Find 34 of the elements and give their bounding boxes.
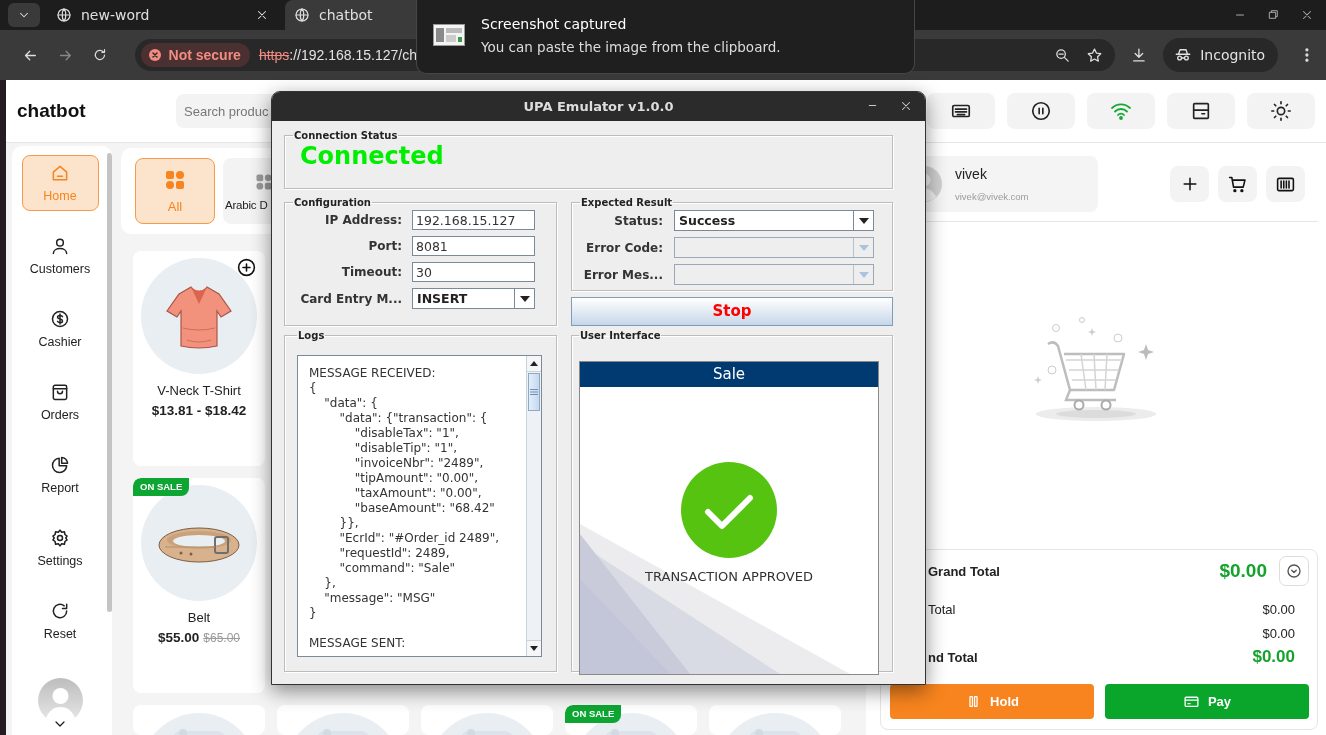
- total-value: $0.00: [1262, 625, 1295, 641]
- product-name: Belt: [187, 610, 211, 625]
- toast-message: You can paste the image from the clipboard.: [481, 38, 781, 56]
- log-text: MESSAGE RECEIVED: { "data": { "data": {"transaction": { "disableTax": "1", "disableTip": "1", "invoiceNbr": "2489", "tipAmount": "0.00", "taxAmount": "0.00", "baseAmount": "68.42" }}, "EcrId": "#Order_id 2489", "requestId": 2489, "command": "Sale" }, "message": "MSG" } MESSAGE SENT:: [308, 365, 500, 652]
- product-price: $13.81 - $18.42: [151, 403, 247, 418]
- status-message: TRANSACTION APPROVED: [645, 569, 813, 584]
- sale-badge: ON SALE: [133, 478, 190, 496]
- field-label: Card Entry M...: [299, 291, 402, 306]
- field-label: Port:: [367, 239, 402, 253]
- group-title: Expected Result: [580, 197, 674, 208]
- total-label: Grand Total: [928, 563, 1000, 579]
- group-title: Connection Status: [293, 130, 399, 141]
- field-label: IP Address:: [323, 213, 402, 227]
- sale-badge: ON SALE: [565, 705, 622, 723]
- customer-email: vivek@vivek.com: [955, 191, 1029, 202]
- field-label: Status:: [613, 213, 663, 228]
- customer-name: vivek: [955, 166, 988, 182]
- url-text: https://192.168.15.127/ch: [258, 47, 417, 63]
- total-value: $0.00: [1219, 560, 1267, 582]
- group-title: User Interface: [579, 330, 662, 341]
- product-price: $55.00: [158, 630, 200, 645]
- brand-name: chatbot: [17, 100, 87, 122]
- old-price: $65.00: [203, 631, 240, 645]
- group-title: Logs: [297, 330, 326, 341]
- field-label: Timeout:: [340, 265, 402, 279]
- total-label: Total: [928, 601, 956, 617]
- window-title: UPA Emulator v1.0.0: [523, 99, 674, 114]
- field-label: Error Mes...: [582, 267, 663, 282]
- field-label: Error Code:: [585, 240, 663, 255]
- total-value: $0.00: [1262, 601, 1295, 617]
- total-label: nd Total: [928, 649, 978, 665]
- screen-title: Sale: [580, 362, 878, 387]
- total-value: $0.00: [1252, 647, 1295, 667]
- product-name: V-Neck T-Shirt: [157, 383, 241, 398]
